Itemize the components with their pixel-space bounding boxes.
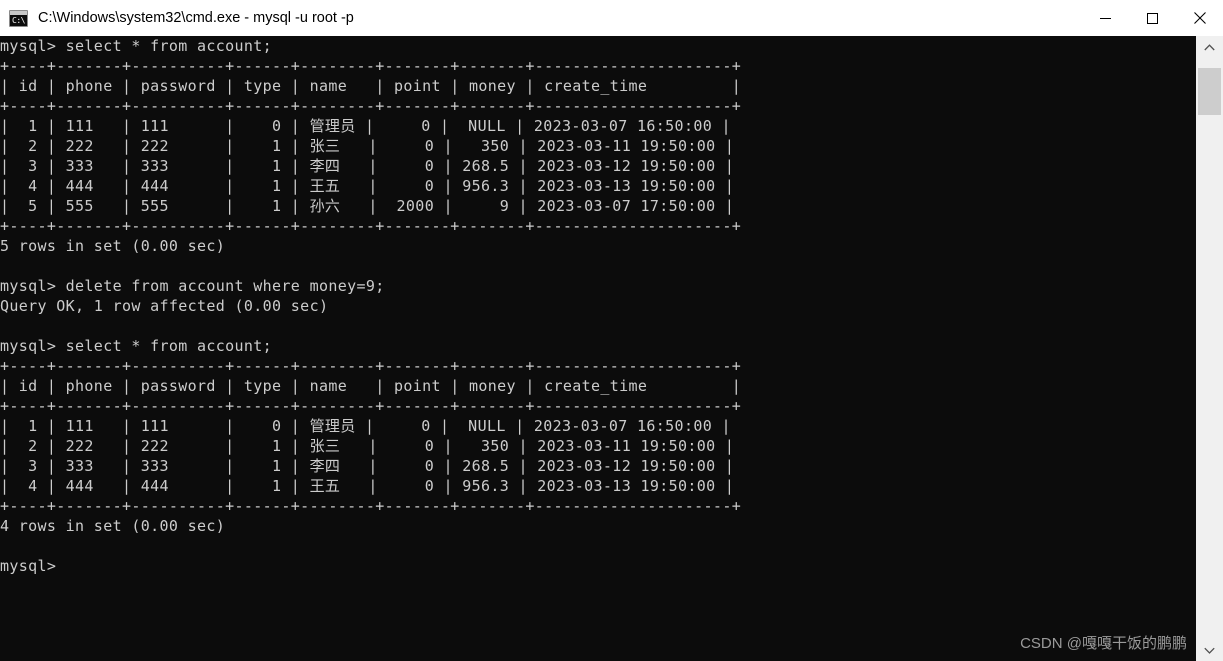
maximize-button[interactable] (1129, 0, 1176, 36)
console-output-area[interactable]: mysql> select * from account; +----+----… (0, 36, 1195, 661)
cmd-window: C:\ C:\Windows\system32\cmd.exe - mysql … (0, 0, 1223, 661)
vertical-scrollbar[interactable] (1195, 36, 1223, 661)
minimize-button[interactable] (1082, 0, 1129, 36)
scrollbar-track[interactable] (1196, 58, 1223, 639)
console-text: mysql> select * from account; +----+----… (0, 37, 742, 575)
scroll-up-arrow-icon[interactable] (1196, 36, 1223, 58)
title-bar-left: C:\ C:\Windows\system32\cmd.exe - mysql … (0, 9, 1082, 27)
window-controls (1082, 0, 1223, 36)
window-title: C:\Windows\system32\cmd.exe - mysql -u r… (38, 10, 354, 26)
close-button[interactable] (1176, 0, 1223, 36)
scroll-down-arrow-icon[interactable] (1196, 639, 1223, 661)
title-bar[interactable]: C:\ C:\Windows\system32\cmd.exe - mysql … (0, 0, 1223, 37)
cmd-icon-glyph: C:\ (12, 15, 25, 25)
cmd-icon: C:\ (9, 9, 28, 27)
csdn-watermark: CSDN @嘎嘎干饭的鹏鹏 (1020, 635, 1187, 652)
scrollbar-thumb[interactable] (1198, 68, 1221, 115)
